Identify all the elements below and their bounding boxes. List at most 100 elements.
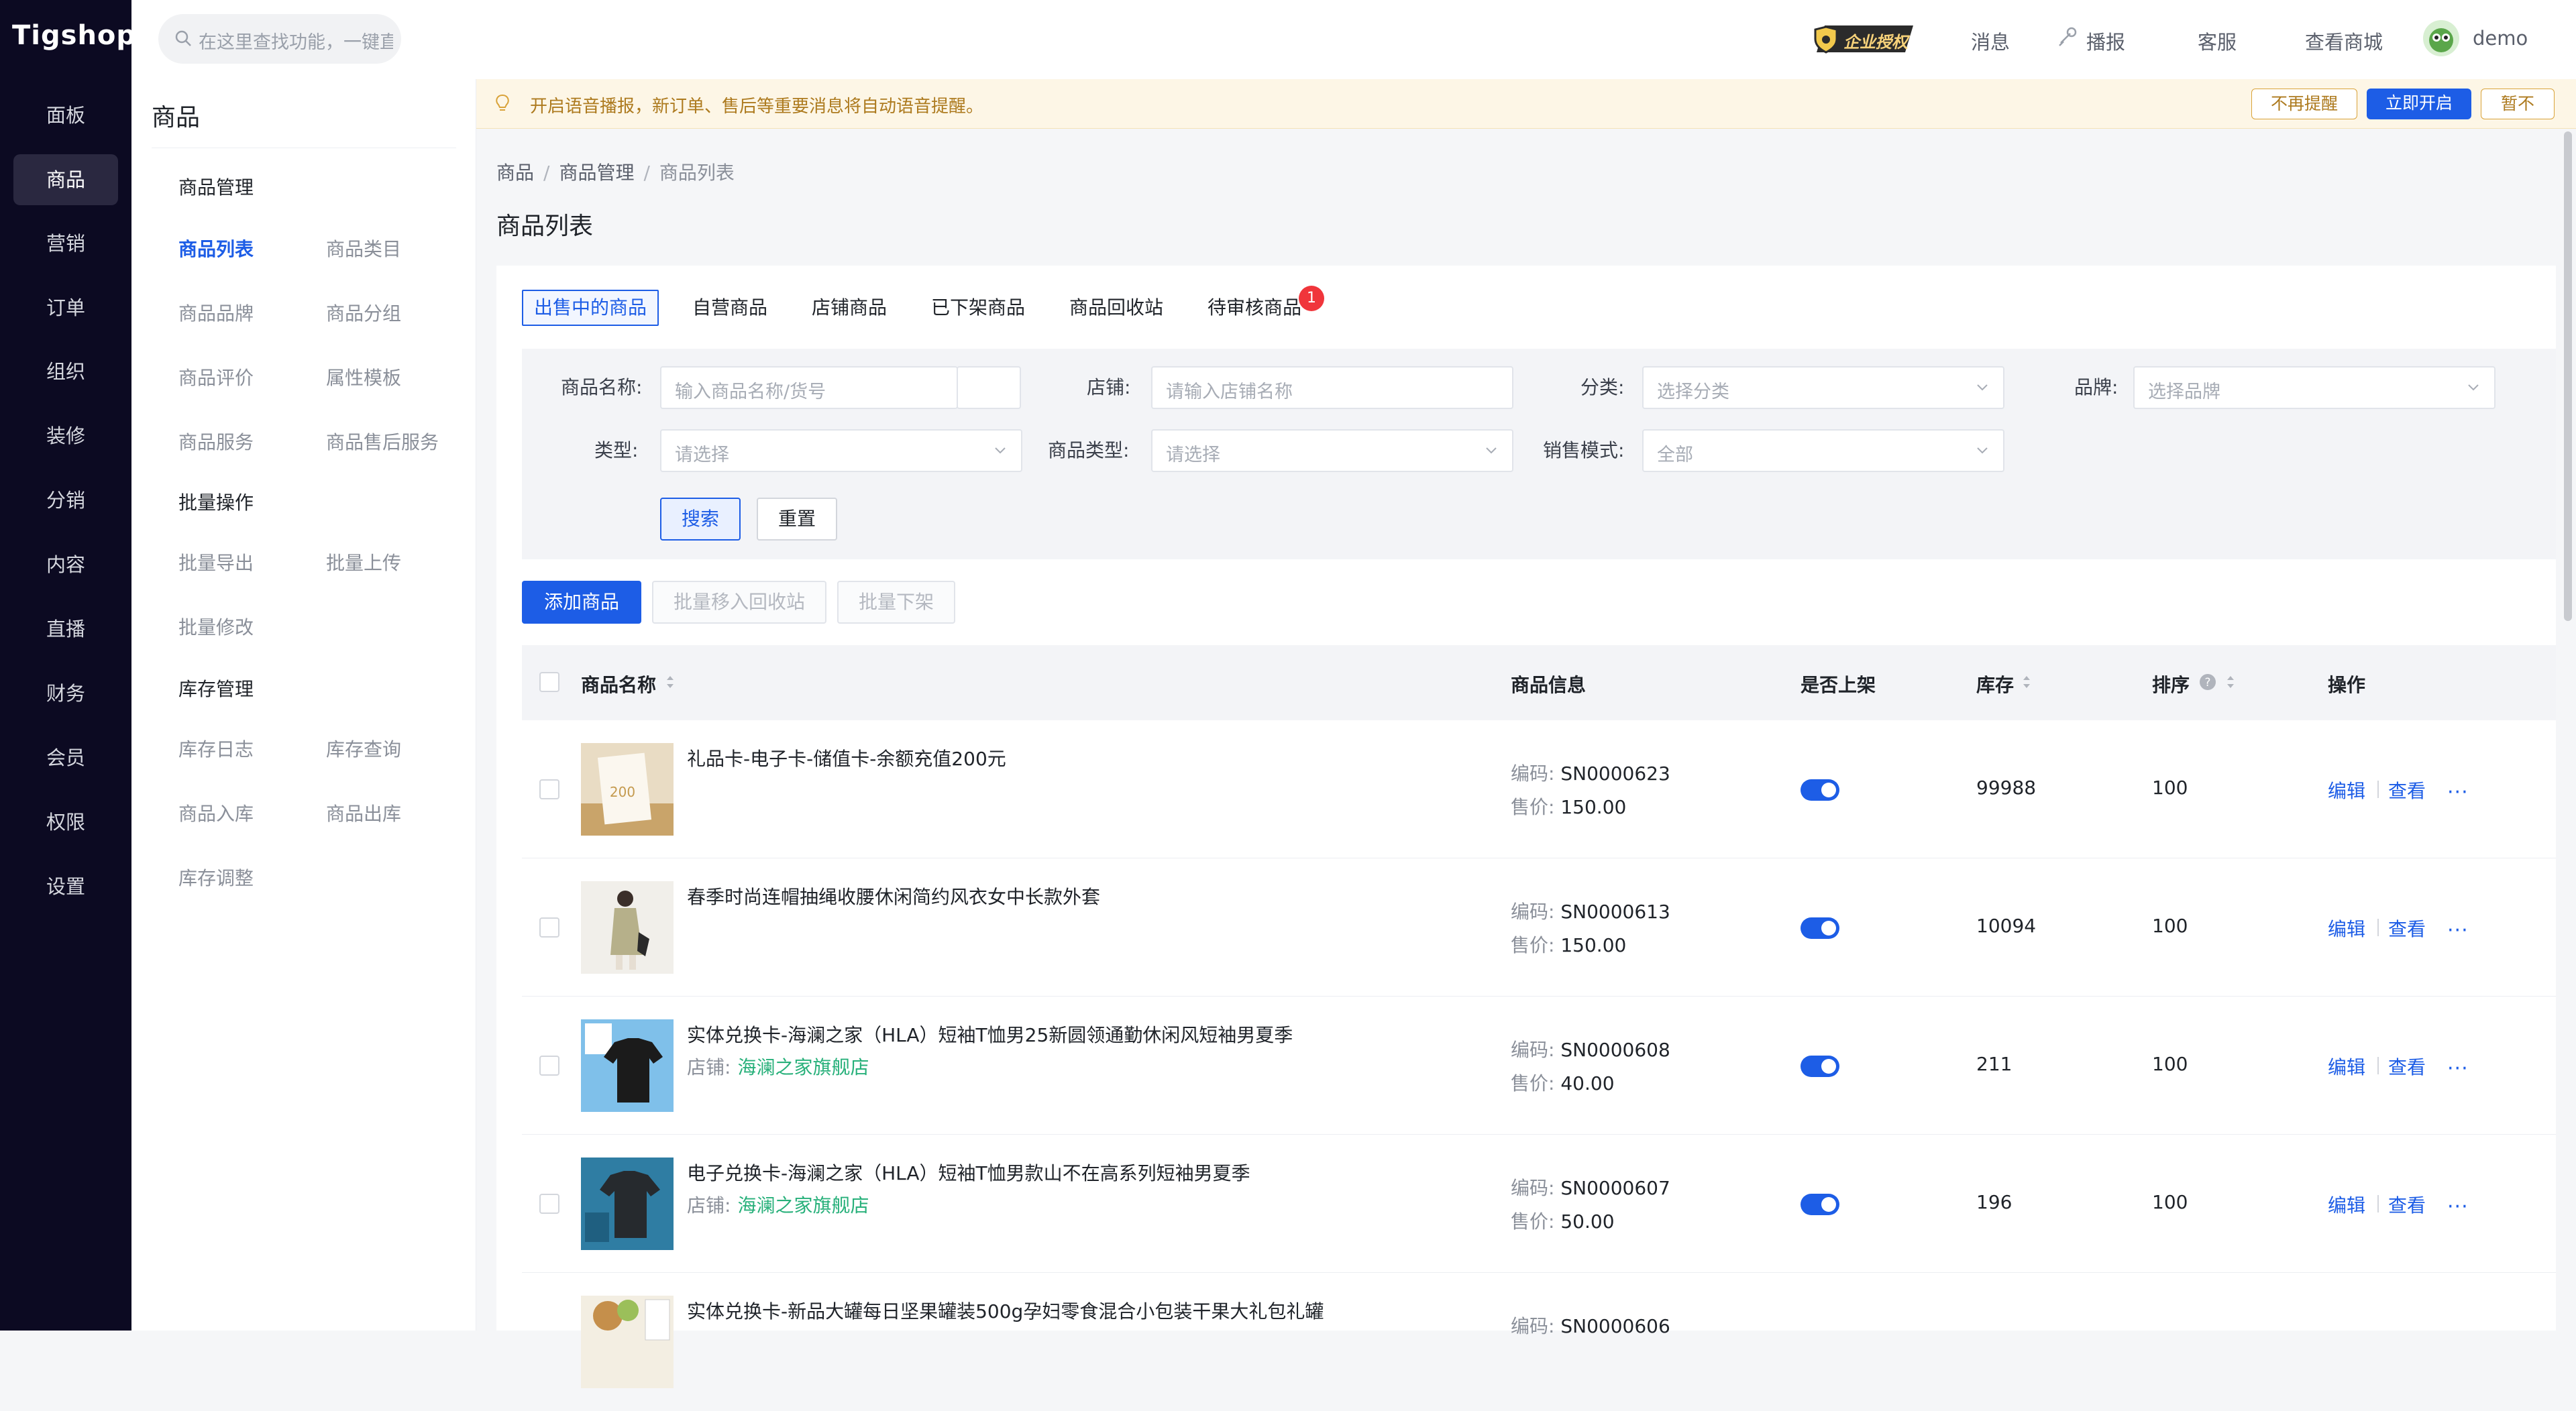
submenu-item-goods-service[interactable]: 商品服务 — [178, 428, 254, 455]
tab-shop-goods[interactable]: 店铺商品 — [812, 290, 887, 326]
product-thumbnail[interactable]: 200 — [581, 743, 674, 836]
breadcrumb-goods-management[interactable]: 商品管理 — [559, 162, 634, 184]
shop-link[interactable]: 海澜之家旗舰店 — [737, 1194, 869, 1217]
product-name[interactable]: 礼品卡-电子卡-储值卡-余额充值200元 — [687, 744, 1006, 771]
later-button[interactable]: 暂不 — [2481, 89, 2555, 119]
sort-icon[interactable] — [2226, 675, 2235, 689]
nav-item-settings[interactable]: 设置 — [13, 861, 118, 912]
on-sale-toggle[interactable] — [1801, 1056, 1839, 1077]
messages-link[interactable]: 消息 — [1971, 27, 2010, 55]
nav-item-marketing[interactable]: 营销 — [13, 218, 118, 269]
nav-item-content[interactable]: 内容 — [13, 539, 118, 590]
search-button[interactable]: 搜索 — [660, 498, 741, 541]
user-name[interactable]: demo — [2473, 27, 2528, 50]
nav-item-decoration[interactable]: 装修 — [13, 410, 118, 461]
tab-pending-review[interactable]: 待审核商品 — [1208, 290, 1301, 326]
nav-item-members[interactable]: 会员 — [13, 732, 118, 783]
product-name[interactable]: 春季时尚连帽抽绳收腰休闲简约风衣女中长款外套 — [687, 883, 1100, 909]
edit-link[interactable]: 编辑 — [2328, 915, 2365, 942]
on-sale-toggle[interactable] — [1801, 917, 1839, 939]
product-thumbnail[interactable] — [581, 881, 674, 974]
submenu-item-stock-log[interactable]: 库存日志 — [178, 735, 254, 762]
more-icon[interactable]: ··· — [2447, 919, 2469, 942]
product-name[interactable]: 实体兑换卡-新品大罐每日坚果罐装500g孕妇零食混合小包装干果大礼包礼罐 — [687, 1297, 1324, 1324]
submenu-item-batch-export[interactable]: 批量导出 — [178, 549, 254, 575]
sort-value[interactable]: 100 — [2152, 777, 2188, 799]
no-remind-button[interactable]: 不再提醒 — [2251, 89, 2357, 119]
enterprise-license-badge[interactable]: 企业授权 — [1811, 21, 1919, 56]
app-logo[interactable]: Tigshop — [12, 20, 136, 51]
submenu-item-goods-list[interactable]: 商品列表 — [178, 235, 254, 262]
view-shop-link[interactable]: 查看商城 — [2305, 27, 2383, 55]
sort-value[interactable]: 100 — [2152, 1053, 2188, 1075]
submenu-item-stock-adjust[interactable]: 库存调整 — [178, 864, 254, 891]
header-sort[interactable]: 排序 — [2152, 671, 2190, 697]
tab-on-sale[interactable]: 出售中的商品 — [522, 290, 659, 326]
avatar[interactable] — [2423, 20, 2459, 56]
type-select[interactable]: 请选择 — [660, 429, 1022, 472]
sale-mode-select[interactable]: 全部 — [1642, 429, 2004, 472]
row-checkbox[interactable] — [539, 779, 559, 799]
breadcrumb-goods[interactable]: 商品 — [496, 162, 534, 184]
edit-link[interactable]: 编辑 — [2328, 1191, 2365, 1218]
goods-type-select[interactable]: 请选择 — [1151, 429, 1513, 472]
submenu-item-batch-upload[interactable]: 批量上传 — [326, 549, 401, 575]
submenu-item-goods-review[interactable]: 商品评价 — [178, 363, 254, 390]
goods-name-input[interactable]: 输入商品名称/货号 — [660, 366, 958, 409]
page-scrollbar[interactable] — [2564, 131, 2572, 621]
sort-icon[interactable] — [2022, 675, 2031, 689]
submenu-item-after-sales-service[interactable]: 商品售后服务 — [326, 428, 439, 455]
submenu-item-stock-in[interactable]: 商品入库 — [178, 799, 254, 826]
product-thumbnail[interactable] — [581, 1019, 674, 1112]
row-checkbox[interactable] — [539, 917, 559, 938]
more-icon[interactable]: ··· — [2447, 1057, 2469, 1080]
tab-recycle-bin[interactable]: 商品回收站 — [1069, 290, 1163, 326]
header-goods-name[interactable]: 商品名称 — [581, 671, 656, 697]
edit-link[interactable]: 编辑 — [2328, 1053, 2365, 1080]
view-link[interactable]: 查看 — [2388, 1191, 2426, 1218]
submenu-item-goods-group[interactable]: 商品分组 — [326, 299, 401, 326]
sort-icon[interactable] — [665, 675, 675, 689]
add-goods-button[interactable]: 添加商品 — [522, 581, 641, 624]
view-link[interactable]: 查看 — [2388, 915, 2426, 942]
help-icon[interactable]: ? — [2199, 673, 2216, 691]
on-sale-toggle[interactable] — [1801, 1194, 1839, 1215]
goods-name-extra-input[interactable] — [957, 366, 1021, 409]
submenu-item-attribute-template[interactable]: 属性模板 — [326, 363, 401, 390]
submenu-item-goods-brand[interactable]: 商品品牌 — [178, 299, 254, 326]
global-search-input[interactable]: 在这里查找功能，一键直达 — [158, 14, 401, 64]
nav-item-live[interactable]: 直播 — [13, 604, 118, 655]
brand-select[interactable]: 选择品牌 — [2133, 366, 2496, 409]
submenu-item-goods-category[interactable]: 商品类目 — [326, 235, 401, 262]
more-icon[interactable]: ··· — [2447, 1195, 2469, 1219]
sort-value[interactable]: 100 — [2152, 1191, 2188, 1213]
shop-link[interactable]: 海澜之家旗舰店 — [737, 1056, 869, 1078]
tab-self-operated[interactable]: 自营商品 — [692, 290, 767, 326]
row-checkbox[interactable] — [539, 1194, 559, 1214]
submenu-item-stock-query[interactable]: 库存查询 — [326, 735, 401, 762]
nav-item-goods[interactable]: 商品 — [13, 154, 118, 205]
product-thumbnail[interactable] — [581, 1296, 674, 1388]
product-thumbnail[interactable] — [581, 1158, 674, 1250]
nav-item-orders[interactable]: 订单 — [13, 282, 118, 333]
more-icon[interactable]: ··· — [2447, 781, 2469, 804]
view-link[interactable]: 查看 — [2388, 777, 2426, 803]
nav-item-permissions[interactable]: 权限 — [13, 797, 118, 848]
on-sale-toggle[interactable] — [1801, 779, 1839, 801]
view-link[interactable]: 查看 — [2388, 1053, 2426, 1080]
broadcast-link[interactable]: 播报 — [2086, 27, 2125, 55]
edit-link[interactable]: 编辑 — [2328, 777, 2365, 803]
select-all-checkbox[interactable] — [539, 672, 559, 692]
nav-item-dashboard[interactable]: 面板 — [13, 90, 118, 141]
submenu-item-stock-out[interactable]: 商品出库 — [326, 799, 401, 826]
reset-button[interactable]: 重置 — [757, 498, 837, 541]
category-select[interactable]: 选择分类 — [1642, 366, 2004, 409]
batch-recycle-button[interactable]: 批量移入回收站 — [652, 581, 826, 624]
batch-off-shelf-button[interactable]: 批量下架 — [837, 581, 955, 624]
enable-now-button[interactable]: 立即开启 — [2367, 89, 2471, 119]
header-stock[interactable]: 库存 — [1976, 671, 2014, 697]
customer-service-link[interactable]: 客服 — [2198, 27, 2237, 55]
product-name[interactable]: 实体兑换卡-海澜之家（HLA）短袖T恤男25新圆领通勤休闲风短袖男夏季 — [687, 1021, 1293, 1048]
nav-item-organization[interactable]: 组织 — [13, 346, 118, 397]
row-checkbox[interactable] — [539, 1056, 559, 1076]
